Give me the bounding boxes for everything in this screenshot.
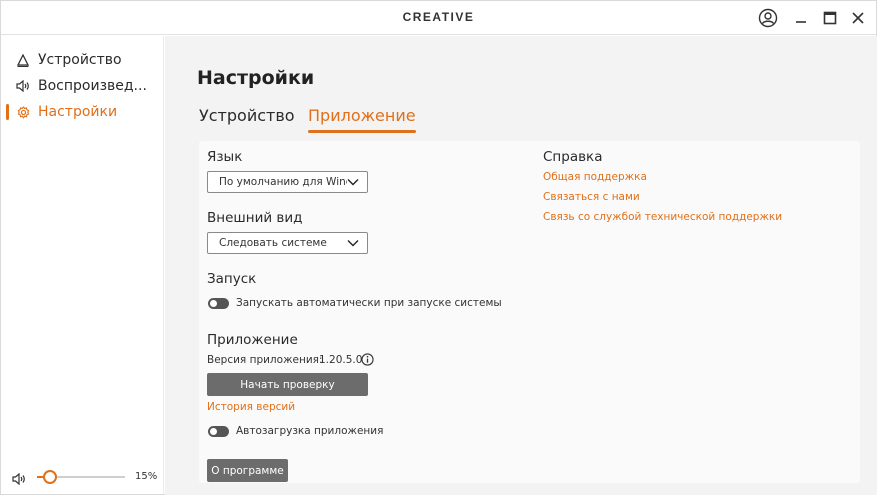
check-updates-button[interactable]: Начать проверку (207, 373, 368, 396)
minimize-button[interactable] (790, 7, 812, 29)
sidebar-item-settings[interactable]: Настройки (1, 101, 161, 123)
close-icon (852, 12, 864, 24)
general-support-link[interactable]: Общая поддержка (543, 171, 647, 183)
appearance-select[interactable]: Следовать системе (207, 232, 368, 254)
appearance-title: Внешний вид (207, 210, 303, 226)
sidebar-item-device[interactable]: Устройство (1, 49, 161, 71)
account-icon (758, 8, 778, 28)
volume-slider-handle[interactable] (43, 470, 58, 484)
appearance-select-value: Следовать системе (219, 237, 327, 249)
title-bar: CREATIVE (1, 1, 876, 35)
tab-application[interactable]: Приложение (308, 106, 416, 133)
application-title: Приложение (207, 332, 298, 348)
autoload-toggle-label: Автозагрузка приложения (236, 425, 384, 437)
sidebar: Устройство Воспроизвед... Настройки 15% (1, 36, 164, 494)
contact-us-link[interactable]: Связаться с нами (543, 191, 640, 203)
main-panel: Настройки Устройство Приложение Язык По … (165, 36, 877, 495)
settings-card: Язык По умолчанию для Windows Внешний ви… (199, 141, 860, 483)
info-icon[interactable] (361, 353, 374, 366)
help-title: Справка (543, 149, 603, 165)
chevron-down-icon (347, 240, 359, 247)
close-button[interactable] (847, 7, 869, 29)
page-title: Настройки (197, 67, 315, 89)
version-label: Версия приложения: (207, 354, 323, 366)
startup-title: Запуск (207, 271, 257, 287)
sidebar-item-label: Устройство (38, 52, 122, 68)
sidebar-item-label: Настройки (38, 104, 118, 120)
sidebar-item-playback[interactable]: Воспроизвед... (1, 75, 161, 97)
version-history-link[interactable]: История версий (207, 401, 295, 413)
maximize-button[interactable] (819, 7, 841, 29)
language-select-value: По умолчанию для Windows (219, 176, 347, 188)
speaker-icon[interactable] (12, 470, 26, 489)
tab-device[interactable]: Устройство (199, 106, 295, 125)
language-title: Язык (207, 149, 243, 165)
volume-percent: 15% (135, 471, 158, 482)
tech-support-link[interactable]: Связь со службой технической поддержки (543, 211, 782, 223)
gear-icon (16, 105, 30, 119)
startup-toggle-label: Запускать автоматически при запуске сист… (236, 297, 502, 309)
speaker-icon (16, 79, 30, 93)
chevron-down-icon (347, 179, 359, 186)
sidebar-item-label: Воспроизвед... (38, 78, 147, 94)
device-icon (16, 53, 30, 67)
startup-toggle[interactable] (208, 298, 229, 309)
version-value: 1.20.5.0 (319, 354, 363, 366)
account-button[interactable] (757, 7, 779, 29)
minimize-icon (796, 21, 806, 23)
about-button[interactable]: О программе (207, 459, 288, 482)
autoload-toggle[interactable] (208, 426, 229, 437)
creative-logo: CREATIVE (402, 10, 475, 24)
app-window: CREATIVE Устройство Воспроизвед... Настр… (0, 0, 877, 495)
language-select[interactable]: По умолчанию для Windows (207, 171, 368, 193)
maximize-icon (823, 11, 837, 25)
volume-control: 15% (1, 466, 164, 488)
